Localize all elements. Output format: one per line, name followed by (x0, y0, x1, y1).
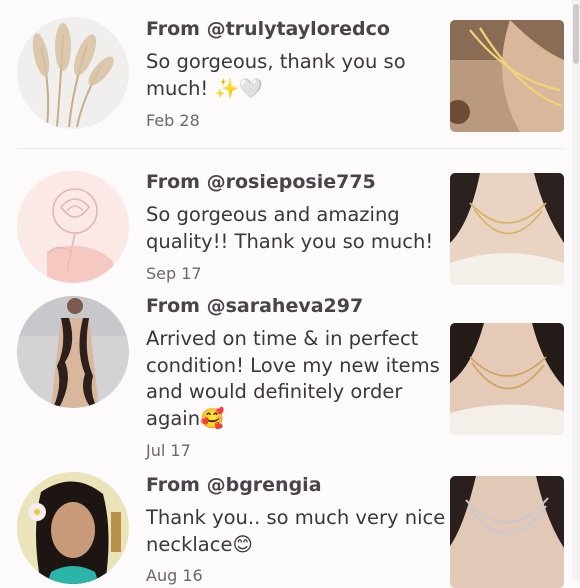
silver-necklace-photo[interactable] (450, 476, 564, 588)
scrollbar[interactable] (572, 0, 580, 580)
rose-sketch-avatar[interactable] (17, 171, 129, 283)
review-comment: So gorgeous and amazing quality!! Thank … (146, 203, 434, 253)
review-author[interactable]: From @rosieposie775 (146, 171, 376, 193)
review-author[interactable]: From @bgrengia (146, 474, 322, 496)
review-date: Aug 16 (146, 566, 203, 585)
review-comment: Thank you.. so much very nice necklace😊 (146, 506, 446, 556)
lace-dress-avatar[interactable] (17, 296, 129, 408)
review-date: Jul 17 (146, 441, 191, 460)
review-comment: So gorgeous, thank you so much! ✨🤍 (146, 50, 406, 100)
scrollbar-thumb[interactable] (573, 4, 579, 64)
review-date: Sep 17 (146, 264, 202, 283)
review-date: Feb 28 (146, 111, 200, 130)
review-author[interactable]: From @saraheva297 (146, 295, 363, 317)
review-comment: Arrived on time & in perfect condition! … (146, 327, 440, 430)
woman-portrait-avatar[interactable] (17, 472, 129, 584)
pampas-grass-avatar[interactable] (17, 17, 129, 129)
layered-necklace-photo[interactable] (450, 323, 564, 435)
review-author[interactable]: From @trulytayloredco (146, 18, 390, 40)
layered-necklace-photo[interactable] (450, 173, 564, 285)
divider (17, 148, 564, 149)
gold-necklace-photo[interactable] (450, 20, 564, 132)
